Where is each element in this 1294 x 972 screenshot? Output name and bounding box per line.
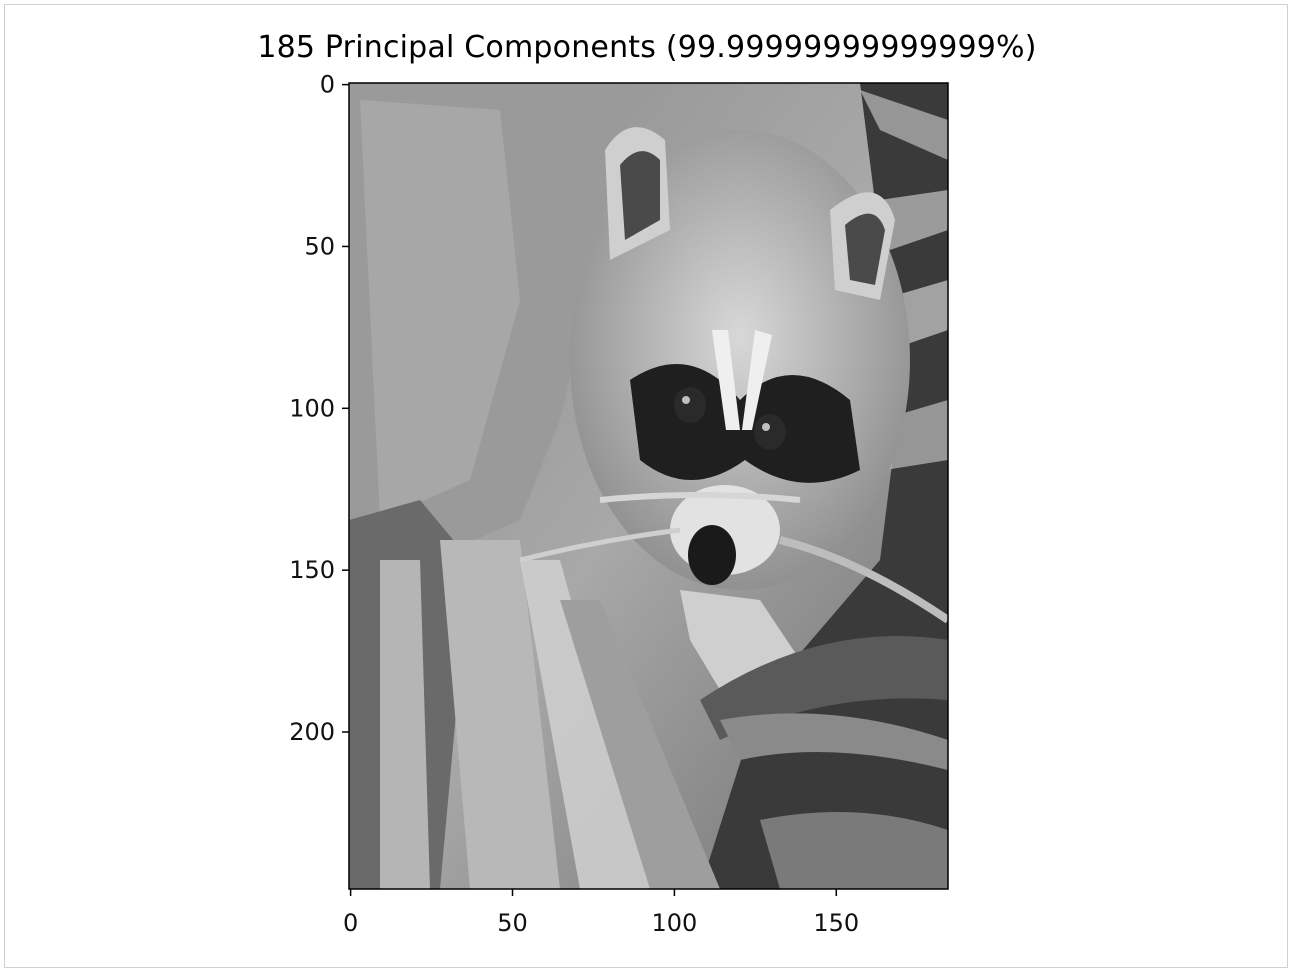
y-tick-label: 150: [289, 556, 335, 584]
x-axis: 0 50 100 150: [343, 889, 859, 937]
raccoon-image: [349, 83, 948, 889]
y-axis: 0 50 100 150 200: [289, 71, 349, 746]
x-tick-label: 150: [813, 909, 859, 937]
y-tick-label: 50: [304, 232, 335, 260]
y-tick-label: 200: [289, 718, 335, 746]
y-tick-label: 100: [289, 394, 335, 422]
y-tick-label: 0: [320, 71, 335, 99]
chart-svg: 0 50 100 150 0 50 100 150 200: [289, 71, 949, 937]
x-tick-label: 100: [651, 909, 697, 937]
x-tick-label: 0: [343, 909, 358, 937]
x-tick-label: 50: [497, 909, 528, 937]
